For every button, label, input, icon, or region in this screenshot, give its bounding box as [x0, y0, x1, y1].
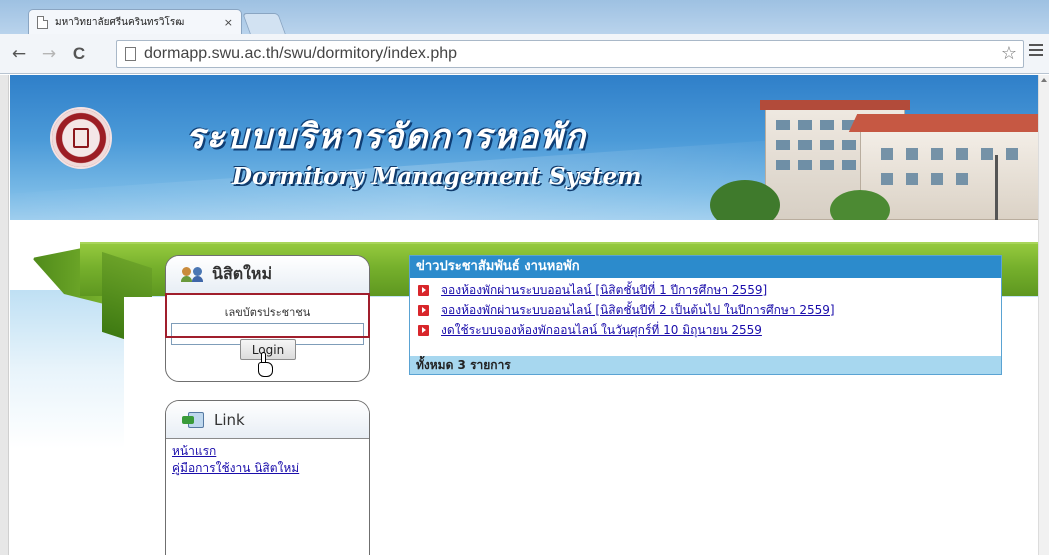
- menu-icon[interactable]: [1029, 44, 1043, 58]
- arrow-bullet-icon: [418, 284, 429, 296]
- news-item: งดใช้ระบบจองห้องพักออนไลน์ ในวันศุกร์ที่…: [410, 320, 1001, 340]
- back-icon[interactable]: ←: [8, 43, 30, 65]
- header-title-english: Dormitory Management System: [232, 163, 642, 190]
- news-title: ข่าวประชาสัมพันธ์ งานหอพัก: [410, 256, 1001, 278]
- forward-icon[interactable]: →: [38, 43, 60, 65]
- news-item: จองห้องพักผ่านระบบออนไลน์ [นิสิตชั้นปีที…: [410, 300, 1001, 320]
- news-link[interactable]: งดใช้ระบบจองห้องพักออนไลน์ ในวันศุกร์ที่…: [441, 321, 762, 340]
- dormitory-building-image: [710, 95, 1038, 220]
- close-tab-icon[interactable]: ×: [224, 16, 233, 29]
- browser-toolbar: ← → C dormapp.swu.ac.th/swu/dormitory/in…: [0, 34, 1049, 74]
- link-home[interactable]: หน้าแรก: [172, 443, 369, 460]
- news-link[interactable]: จองห้องพักผ่านระบบออนไลน์ [นิสิตชั้นปีที…: [441, 281, 767, 300]
- login-box-title: นิสิตใหม่: [212, 264, 272, 283]
- input-highlight-box: [165, 293, 370, 338]
- news-item: จองห้องพักผ่านระบบออนไลน์ [นิสิตชั้นปีที…: [410, 280, 1001, 300]
- arrow-bullet-icon: [418, 304, 429, 316]
- page-icon: [37, 15, 48, 29]
- links-box-header: Link: [166, 401, 369, 439]
- arrow-bullet-icon: [418, 324, 429, 336]
- tab-title: มหาวิทยาลัยศรีนครินทรวิโรฒ: [55, 16, 185, 28]
- browser-tab[interactable]: มหาวิทยาลัยศรีนครินทรวิโรฒ ×: [28, 9, 242, 34]
- bookmark-star-icon[interactable]: ☆: [1001, 43, 1017, 64]
- vertical-scrollbar[interactable]: [1038, 75, 1049, 555]
- university-logo: [50, 107, 112, 169]
- news-total-count: ทั้งหมด 3 รายการ: [410, 356, 1001, 374]
- page-icon: [125, 47, 136, 61]
- browser-tabstrip: มหาวิทยาลัยศรีนครินทรวิโรฒ ×: [0, 0, 1049, 34]
- header-title-thai: ระบบบริหารจัดการหอพัก: [186, 117, 588, 157]
- login-box-header: นิสิตใหม่: [166, 256, 369, 294]
- links-box-title: Link: [214, 410, 245, 429]
- url-text[interactable]: dormapp.swu.ac.th/swu/dormitory/index.ph…: [144, 45, 457, 63]
- reload-icon[interactable]: C: [68, 43, 90, 65]
- page-viewport: ระบบบริหารจัดการหอพัก Dormitory Manageme…: [0, 75, 1049, 555]
- address-bar[interactable]: dormapp.swu.ac.th/swu/dormitory/index.ph…: [116, 40, 1024, 68]
- news-panel: ข่าวประชาสัมพันธ์ งานหอพัก จองห้องพักผ่า…: [409, 255, 1002, 375]
- hand-cursor-icon: [256, 352, 274, 378]
- new-tab-button[interactable]: [242, 13, 286, 34]
- link-new-student-manual[interactable]: คู่มือการใช้งาน นิสิตใหม่: [172, 460, 369, 477]
- news-link[interactable]: จองห้องพักผ่านระบบออนไลน์ [นิสิตชั้นปีที…: [441, 301, 835, 320]
- window-edge: [0, 75, 9, 555]
- users-icon: [181, 266, 208, 283]
- link-icon: [182, 411, 206, 428]
- header-banner: ระบบบริหารจัดการหอพัก Dormitory Manageme…: [10, 75, 1038, 220]
- links-box: Link หน้าแรก คู่มือการใช้งาน นิสิตใหม่: [165, 400, 370, 555]
